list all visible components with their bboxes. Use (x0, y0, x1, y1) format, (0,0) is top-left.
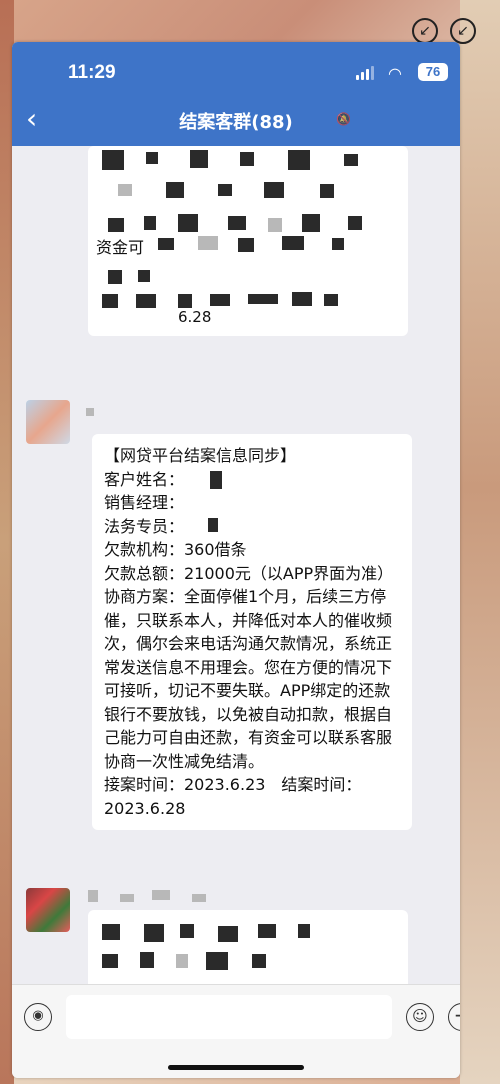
message-line: 欠款总额：21000元（以APP界面为准） (104, 563, 394, 583)
sender-name-pixelated (152, 890, 170, 900)
chat-area[interactable]: 资金可 6.28 【网贷平台结案信息同步】 客户姓名： 销售经理： 法务专员： (12, 146, 460, 984)
emoji-icon[interactable]: ☺ (406, 1003, 434, 1031)
wifi-icon: ◠ (388, 64, 402, 83)
message-line: 销售经理： (104, 493, 185, 512)
input-bar: ◉ ☺ + (12, 984, 460, 1078)
sender-name-pixelated (120, 894, 134, 902)
nav-bar: ‹ 结案客群(88) 🔕 (12, 94, 460, 146)
mute-icon: 🔕 (336, 112, 351, 126)
case-message-bubble[interactable]: 【网贷平台结案信息同步】 客户姓名： 销售经理： 法务专员： 欠款机构：360借… (92, 434, 412, 830)
corner-arrow-icon: ↙ (412, 18, 438, 44)
status-bar: 11:29 ◠ 76 (12, 42, 460, 94)
message-line: 欠款机构：360借条 (104, 540, 247, 559)
sender-name-pixelated (192, 894, 206, 902)
fragment-text: 资金可 (96, 238, 145, 257)
redacted-name (210, 471, 222, 489)
avatar[interactable] (26, 888, 70, 932)
message-line: 协商方案：全面停催1个月，后续三方停催，只联系本人，并降低对本人的催收频次，偶尔… (104, 587, 393, 771)
sender-name-pixelated (88, 890, 98, 902)
background-right (460, 0, 500, 1084)
voice-icon[interactable]: ◉ (24, 1003, 52, 1031)
message-bubble-pixelated[interactable] (88, 910, 408, 984)
group-title[interactable]: 结案客群(88) (12, 108, 460, 134)
signal-icon (356, 66, 376, 80)
battery-badge: 76 (418, 63, 448, 81)
corner-arrow-icon: ↙ (450, 18, 476, 44)
avatar[interactable] (26, 400, 70, 444)
message-input[interactable] (66, 995, 392, 1039)
message-line: 接案时间：2023.6.23 结案时间：2023.6.28 (104, 775, 362, 818)
plus-icon[interactable]: + (448, 1003, 460, 1031)
message-line: 客户姓名： (104, 469, 185, 489)
fragment-time: 6.28 (178, 308, 212, 326)
sender-name-pixelated (86, 408, 94, 416)
message-line: 法务专员： (104, 516, 185, 536)
redacted-name (208, 518, 218, 532)
message-line: 【网贷平台结案信息同步】 (104, 446, 297, 465)
home-indicator (168, 1065, 304, 1070)
message-bubble-pixelated[interactable]: 资金可 6.28 (88, 146, 408, 336)
status-time: 11:29 (68, 62, 116, 83)
phone-screen: 11:29 ◠ 76 ‹ 结案客群(88) 🔕 资金可 6.28 【网贷平台结案… (12, 42, 460, 1078)
